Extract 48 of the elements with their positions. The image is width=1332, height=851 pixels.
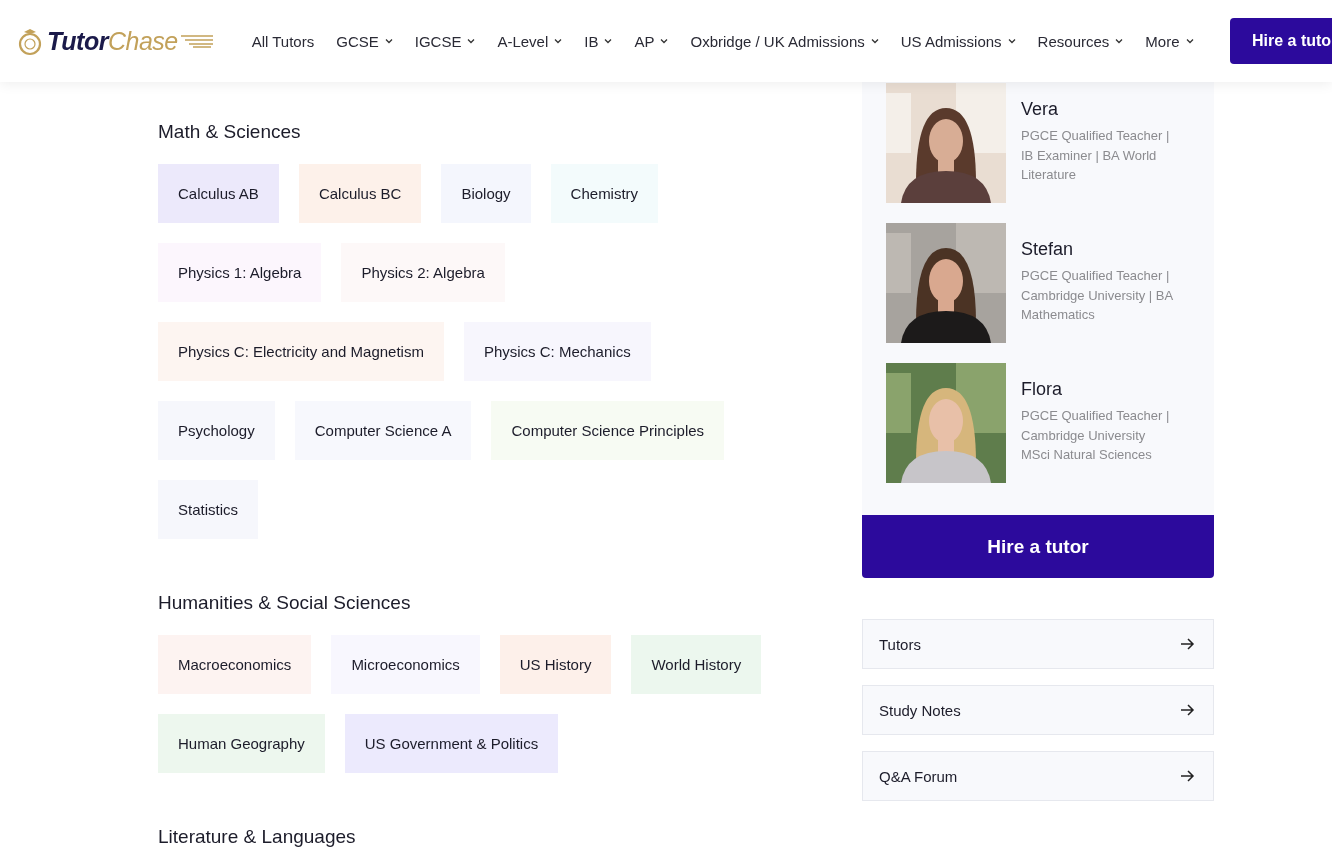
subject-chip[interactable]: Physics 1: Algebra bbox=[158, 243, 322, 302]
sidebar-link[interactable]: Study Notes bbox=[862, 685, 1214, 735]
tutor-name: Flora bbox=[1021, 379, 1063, 400]
nav-link[interactable]: IGCSE bbox=[403, 32, 487, 50]
speed-lines-icon bbox=[180, 34, 213, 48]
nav-link[interactable]: US Admissions bbox=[889, 32, 1027, 50]
subject-chip[interactable]: US Government & Politics bbox=[344, 714, 559, 773]
nav-link[interactable]: Resources bbox=[1026, 32, 1135, 50]
arrow-right-icon bbox=[1181, 638, 1195, 650]
subject-chip[interactable]: Human Geography bbox=[158, 714, 325, 773]
section-heading: Literature & Languages bbox=[158, 825, 357, 849]
hire-button[interactable]: Hire a tutor bbox=[862, 515, 1214, 578]
tutor-description: PGCE Qualified Teacher | Cambridge University MSci Natural Sciences bbox=[1021, 407, 1171, 464]
tutor-description: PGCE Qualified Teacher | IB Examiner | BA World Literature bbox=[1021, 127, 1171, 184]
subject-chip[interactable]: Physics 2: Algebra bbox=[341, 243, 505, 302]
logo-icon bbox=[16, 26, 44, 56]
logo-text[interactable]: TutorChase bbox=[47, 26, 178, 56]
section-heading: Humanities & Social Sciences bbox=[158, 591, 412, 615]
nav-link[interactable]: GCSE bbox=[325, 32, 404, 50]
section-heading: Math & Sciences bbox=[158, 120, 302, 144]
tutor-name: Stefan bbox=[1021, 239, 1075, 260]
hire-button[interactable]: Hire a tuto bbox=[1230, 18, 1332, 64]
subject-chip[interactable]: Statistics bbox=[158, 480, 258, 539]
subject-chip[interactable]: Microeconomics bbox=[331, 635, 480, 694]
subject-chip[interactable]: Physics C: Electricity and Magnetism bbox=[158, 322, 444, 381]
arrow-right-icon bbox=[1181, 704, 1195, 716]
subject-chip[interactable]: World History bbox=[631, 635, 762, 694]
subject-chip[interactable]: Physics C: Mechanics bbox=[463, 322, 651, 381]
subject-chip[interactable]: US History bbox=[499, 635, 612, 694]
subject-chip[interactable]: Calculus BC bbox=[298, 164, 422, 223]
nav-link[interactable]: Oxbridge / UK Admissions bbox=[679, 32, 890, 50]
subject-chip[interactable]: Computer Science A bbox=[294, 401, 472, 460]
nav-link[interactable]: AP bbox=[623, 32, 680, 50]
subject-chip[interactable]: Biology bbox=[441, 164, 531, 223]
tutor-name: Vera bbox=[1021, 99, 1060, 120]
sidebar-link[interactable]: Q&A Forum bbox=[862, 751, 1214, 801]
subject-chip[interactable]: Chemistry bbox=[550, 164, 659, 223]
tutor-description: PGCE Qualified Teacher | Cambridge University | BA Mathematics bbox=[1021, 267, 1173, 324]
nav-link[interactable]: All Tutors bbox=[240, 32, 326, 50]
nav-link[interactable]: More bbox=[1134, 32, 1205, 50]
subject-chip[interactable]: Computer Science Principles bbox=[491, 401, 725, 460]
subject-chip[interactable]: Calculus AB bbox=[158, 164, 279, 223]
subject-chip[interactable]: Macroeconomics bbox=[158, 635, 312, 694]
nav-link[interactable]: A-Level bbox=[486, 32, 574, 50]
subject-chip[interactable]: Psychology bbox=[158, 401, 275, 460]
sidebar-link[interactable]: Tutors bbox=[862, 619, 1214, 669]
arrow-right-icon bbox=[1181, 770, 1195, 782]
nav-link[interactable]: IB bbox=[573, 32, 624, 50]
